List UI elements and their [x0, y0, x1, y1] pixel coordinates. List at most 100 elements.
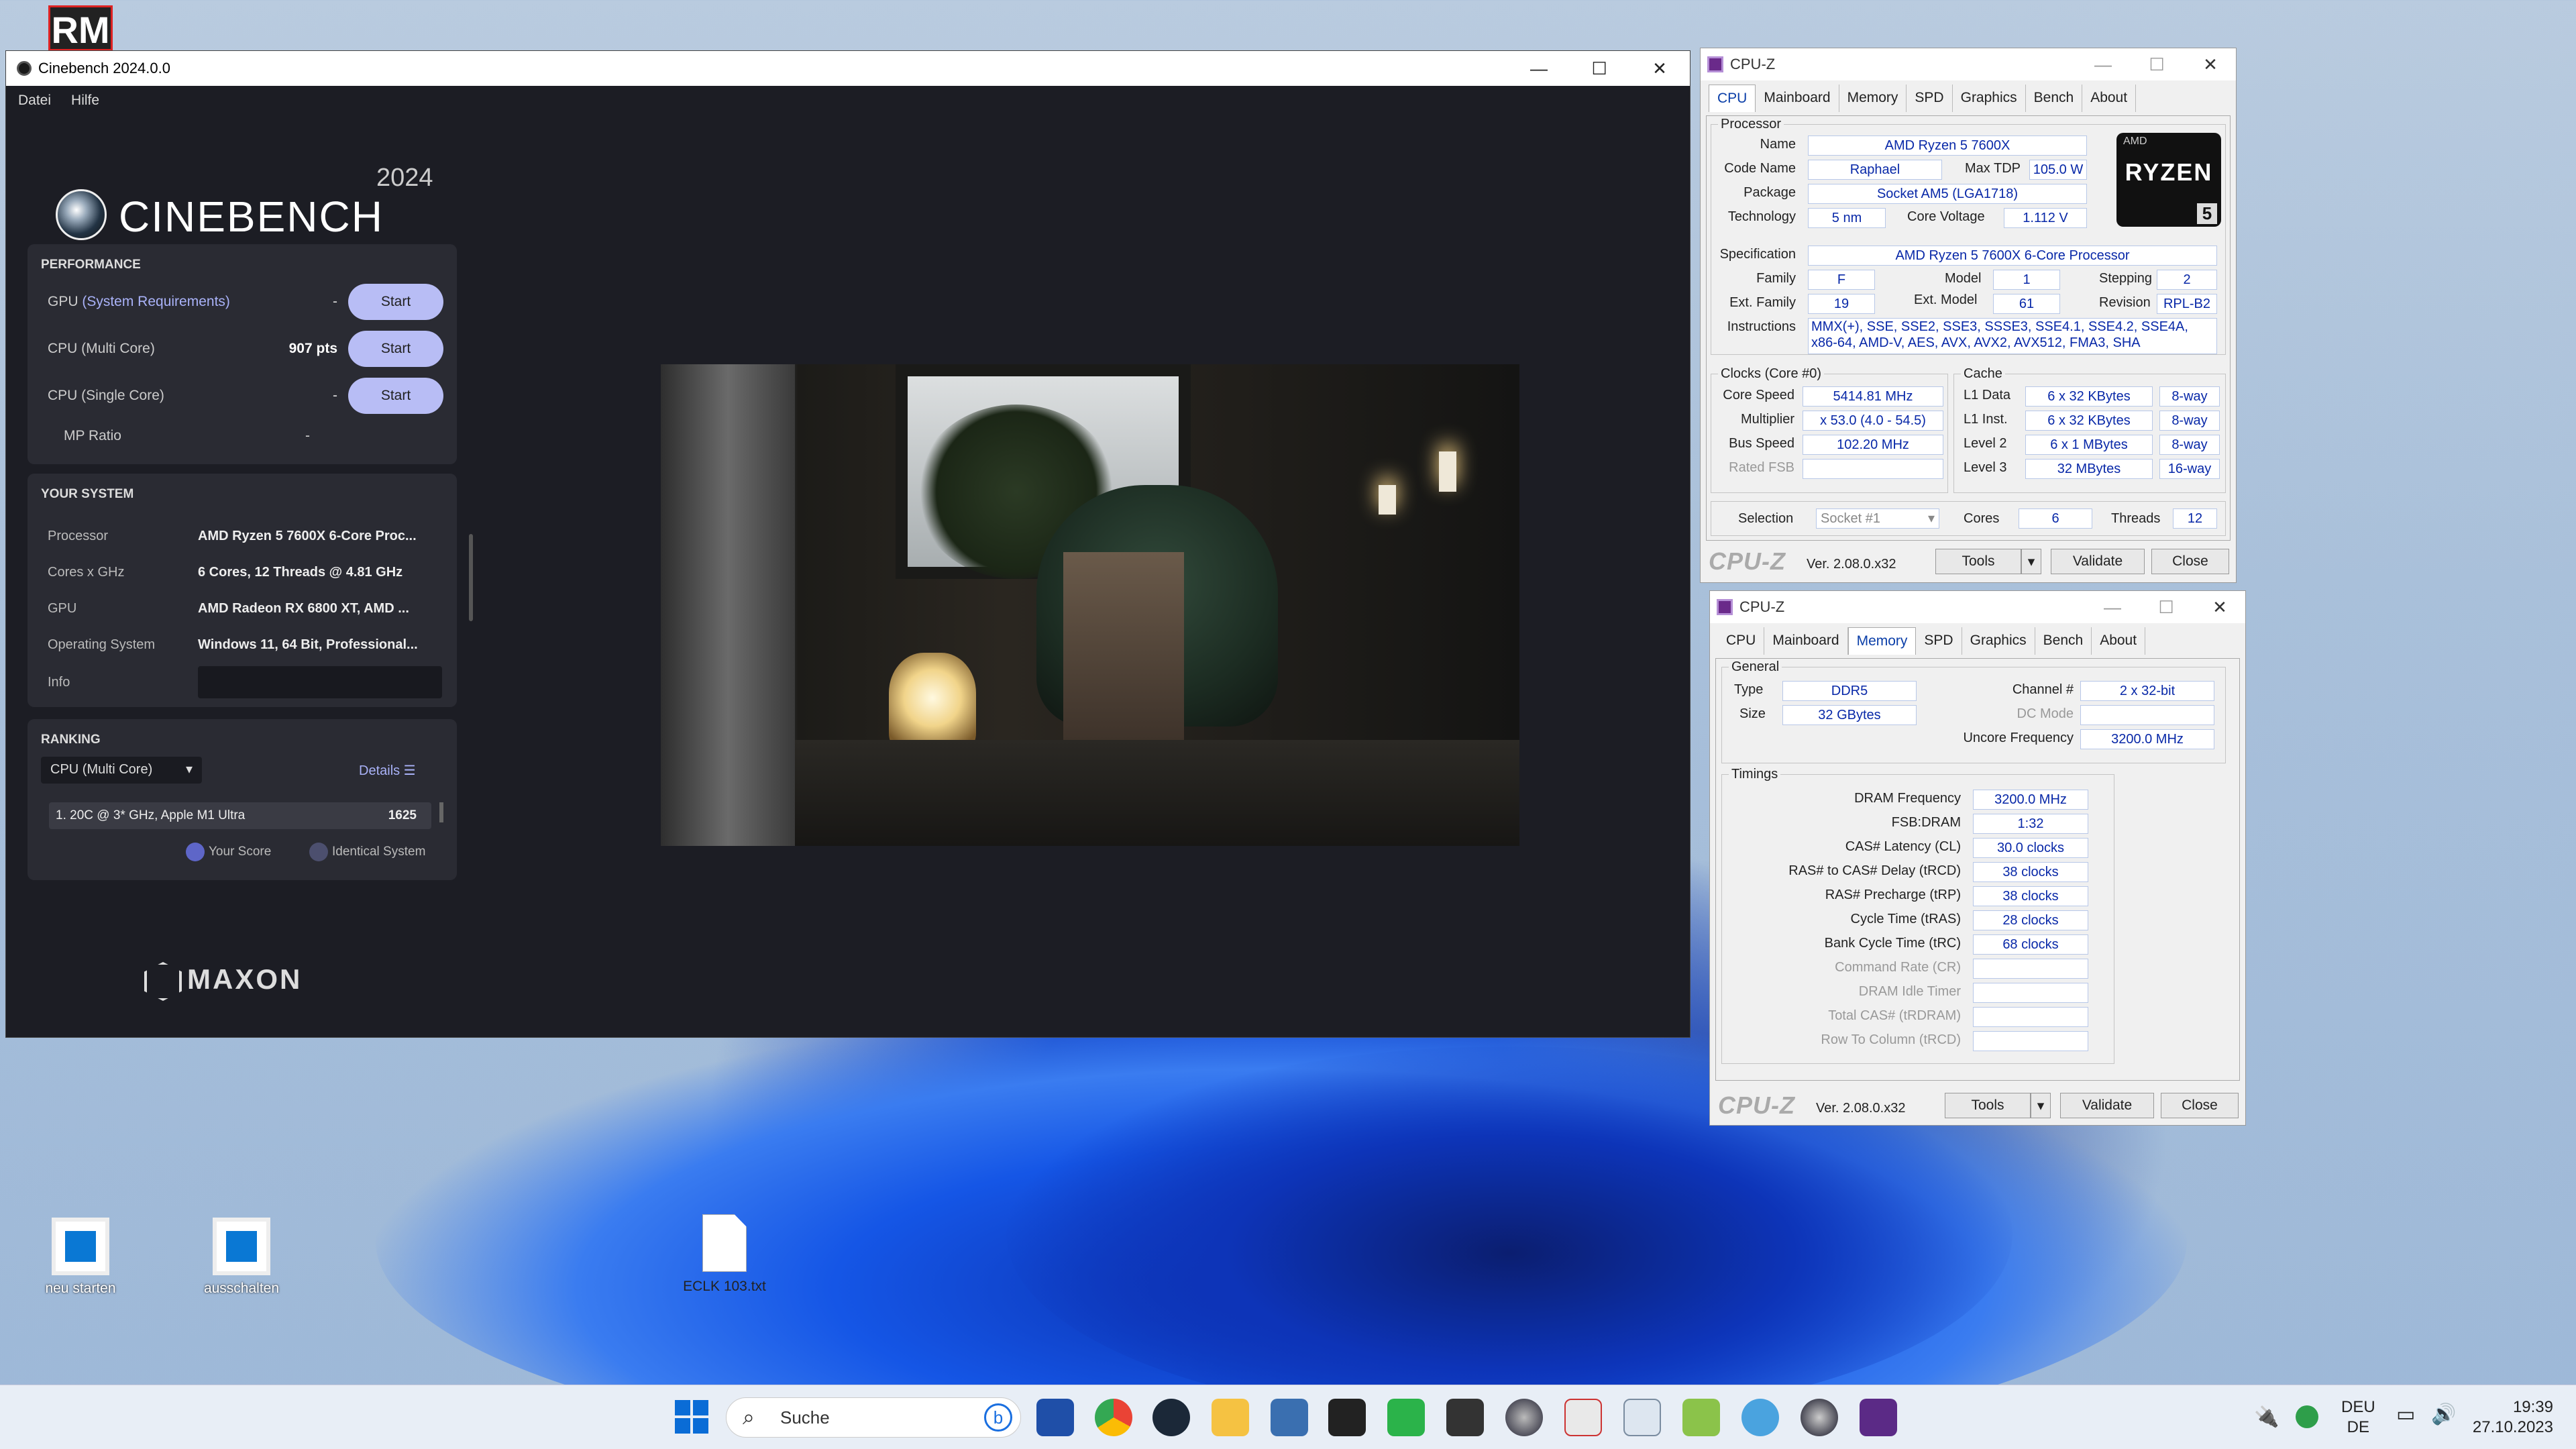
tab-mainboard[interactable]: Mainboard [1756, 85, 1839, 112]
network-icon[interactable]: ▭ [2396, 1403, 2415, 1426]
cache-group: Cache L1 Data 6 x 32 KBytes 8-way L1 Ins… [1953, 366, 2226, 493]
maximize-button[interactable]: ☐ [2130, 48, 2184, 80]
menu-hilfe[interactable]: Hilfe [71, 93, 99, 109]
label: L1 Inst. [1964, 412, 2008, 427]
minimize-button[interactable]: — [2076, 48, 2130, 80]
tab-cpu[interactable]: CPU [1709, 85, 1756, 112]
legend-label: Identical System [332, 845, 426, 859]
socket-select[interactable]: Socket #1 ▾ [1816, 508, 1939, 529]
store-icon[interactable] [1036, 1399, 1074, 1436]
close-button[interactable]: ✕ [2184, 48, 2237, 80]
cpuz-icon[interactable] [1860, 1399, 1897, 1436]
security-icon[interactable] [2296, 1405, 2318, 1428]
time-text: 19:39 [2512, 1398, 2553, 1416]
windows-start-icon[interactable] [675, 1400, 708, 1434]
mp-ratio-value: - [305, 428, 310, 443]
memory-size-value: 32 GBytes [1782, 705, 1917, 725]
ranking-select[interactable]: CPU (Multi Core) ▾ [41, 757, 202, 784]
search-box[interactable]: ⌕ Suche b [726, 1397, 1021, 1438]
tab-spd[interactable]: SPD [1907, 85, 1953, 112]
cinebench-icon[interactable] [1505, 1399, 1543, 1436]
timing-value: 38 clocks [1973, 862, 2088, 882]
clock[interactable]: 19:39 27.10.2023 [2469, 1397, 2553, 1438]
speaker-icon[interactable]: 🔊 [2431, 1403, 2456, 1426]
chrome-icon[interactable] [1095, 1399, 1132, 1436]
bus-speed-value: 102.20 MHz [1803, 435, 1943, 455]
minimize-button[interactable]: — [1509, 51, 1569, 86]
system-requirements-link[interactable]: (System Requirements) [82, 294, 230, 309]
tab-cpu[interactable]: CPU [1718, 627, 1765, 655]
cpu-multi-start-button[interactable]: Start [348, 331, 443, 367]
tab-bench[interactable]: Bench [2026, 85, 2083, 112]
desktop-icon-label: ausschalten [203, 1281, 280, 1296]
cache-value: 6 x 32 KBytes [2025, 411, 2153, 431]
cpu-single-label: CPU (Single Core) [48, 388, 164, 403]
cinebench-titlebar[interactable]: Cinebench 2024.0.0 [6, 51, 1690, 86]
close-button[interactable]: ✕ [2193, 591, 2247, 623]
ranking-entry[interactable]: 1. 20C @ 3* GHz, Apple M1 Ultra 1625 [49, 802, 431, 829]
lang-line: DEU [2341, 1398, 2375, 1416]
info-field[interactable] [198, 666, 442, 698]
tools-dropdown-icon[interactable]: ▾ [2031, 1093, 2051, 1118]
desktop-icon-ausschalten[interactable]: ausschalten [195, 1218, 288, 1297]
language-indicator[interactable]: DEU DE [2341, 1397, 2375, 1438]
ranking-scrollbar[interactable] [439, 802, 443, 822]
cpuz-tabs: CPU Mainboard Memory SPD Graphics Bench … [1718, 627, 2146, 655]
app-icon[interactable] [1328, 1399, 1366, 1436]
desktop-icon-eclk-txt[interactable]: ECLK 103.txt [671, 1214, 778, 1295]
model-value: 1 [1993, 270, 2060, 290]
maximize-button[interactable]: ☐ [2139, 591, 2193, 623]
app-icon[interactable] [1446, 1399, 1484, 1436]
cpu-single-start-button[interactable]: Start [348, 378, 443, 414]
explorer-icon[interactable] [1212, 1399, 1249, 1436]
system-key: GPU [48, 600, 77, 616]
timing-value: 3200.0 MHz [1973, 790, 2088, 810]
app-icon[interactable] [1564, 1399, 1602, 1436]
label: Instructions [1727, 319, 1796, 334]
tab-about[interactable]: About [2082, 85, 2137, 112]
gpu-start-button[interactable]: Start [348, 284, 443, 320]
channel-value: 2 x 32-bit [2080, 681, 2214, 701]
app-icon[interactable] [1741, 1399, 1779, 1436]
validate-button[interactable]: Validate [2060, 1093, 2154, 1118]
app-icon[interactable] [1387, 1399, 1425, 1436]
tab-mainboard[interactable]: Mainboard [1764, 627, 1848, 655]
notepad-icon[interactable] [1271, 1399, 1308, 1436]
tab-about[interactable]: About [2092, 627, 2146, 655]
close-button[interactable]: ✕ [1629, 51, 1690, 86]
usb-icon[interactable]: 🔌 [2254, 1405, 2279, 1429]
steam-icon[interactable] [1152, 1399, 1190, 1436]
tab-spd[interactable]: SPD [1916, 627, 1962, 655]
monitor-icon[interactable] [1623, 1399, 1661, 1436]
desktop-icon-neu-starten[interactable]: neu starten [34, 1218, 127, 1297]
close-window-button[interactable]: Close [2151, 549, 2229, 574]
tools-dropdown-icon[interactable]: ▾ [2021, 549, 2041, 574]
chevron-down-icon: ▾ [1927, 511, 1935, 526]
details-button[interactable]: Details ☰ [359, 762, 416, 779]
tab-memory[interactable]: Memory [1847, 627, 1917, 655]
tools-button[interactable]: Tools [1945, 1093, 2031, 1118]
panel-scrollbar[interactable] [469, 534, 473, 621]
tab-bench[interactable]: Bench [2035, 627, 2092, 655]
validate-button[interactable]: Validate [2051, 549, 2145, 574]
core-voltage-value: 1.112 V [2004, 208, 2087, 228]
minimize-button[interactable]: — [2086, 591, 2139, 623]
tab-memory[interactable]: Memory [1839, 85, 1907, 112]
tab-graphics[interactable]: Graphics [1962, 627, 2035, 655]
system-heading: YOUR SYSTEM [41, 487, 134, 501]
label: Level 3 [1964, 460, 2007, 475]
timing-value [1973, 959, 2088, 979]
tab-graphics[interactable]: Graphics [1953, 85, 2026, 112]
timing-label: Bank Cycle Time (tRC) [1824, 936, 1961, 951]
cinebench-running-icon[interactable] [1801, 1399, 1838, 1436]
label: L1 Data [1964, 388, 2011, 402]
system-key: Processor [48, 528, 109, 543]
menu-datei[interactable]: Datei [18, 93, 51, 109]
tools-button[interactable]: Tools [1935, 549, 2021, 574]
render-candle [1379, 485, 1396, 515]
bing-icon[interactable]: b [984, 1403, 1012, 1432]
close-window-button[interactable]: Close [2161, 1093, 2239, 1118]
label: Name [1760, 137, 1796, 152]
maximize-button[interactable]: ☐ [1569, 51, 1629, 86]
app-icon[interactable] [1682, 1399, 1720, 1436]
